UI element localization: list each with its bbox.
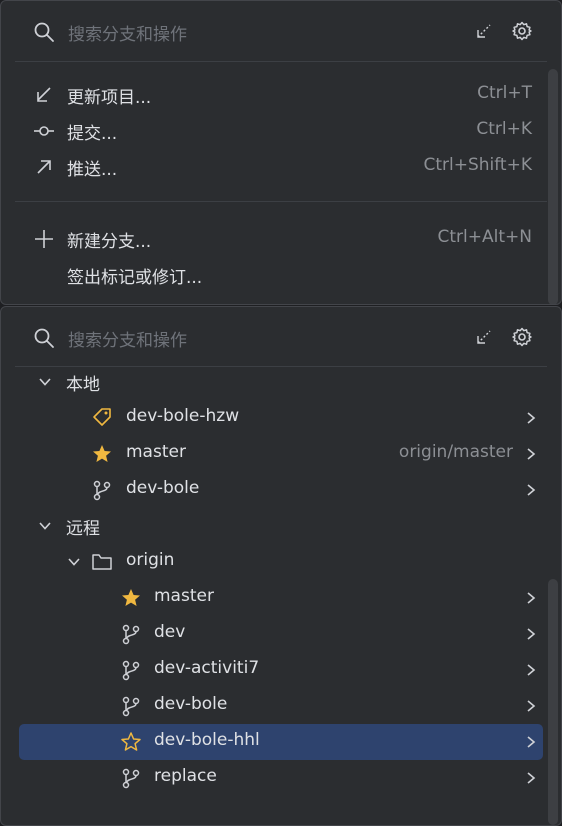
branch-row[interactable]: replace [19,760,543,796]
tracking-branch: origin/master [398,442,513,462]
tree-group-local[interactable]: 本地 [19,364,543,400]
branch-row[interactable]: dev-bole [19,472,543,508]
commit-action[interactable]: 提交... Ctrl+K [1,113,561,149]
tree-group-origin[interactable]: origin [19,544,543,580]
chevron-right-icon [525,735,537,749]
shortcut-label: Ctrl+Shift+K [423,155,532,175]
plus-icon [34,229,54,249]
star-filled-icon [120,587,142,609]
search-icon [33,327,55,349]
star-filled-icon [91,443,113,465]
branch-icon [120,695,142,717]
divider [15,201,547,202]
action-label: 更新项目... [67,88,152,108]
branch-row-selected[interactable]: dev-bole-hhl [19,724,543,760]
new-branch-action[interactable]: 新建分支... Ctrl+Alt+N [1,221,561,257]
branch-name: replace [154,766,217,786]
branch-row[interactable]: master [19,580,543,616]
tag-icon [91,407,113,429]
chevron-right-icon [525,447,537,461]
star-outline-icon [120,731,142,753]
branches-popup-top: 搜索分支和操作 更新项目... Ctrl+T 提交... Ctrl+K 推送..… [0,0,562,305]
branch-name: dev-bole-hhl [154,730,260,750]
chevron-down-icon [38,519,52,533]
branches-popup-bottom: 搜索分支和操作 本地 dev-bole-hzw master origin/ma… [0,306,562,826]
collapse-icon[interactable] [474,327,494,347]
chevron-right-icon [525,591,537,605]
action-label: 签出标记或修订... [67,268,203,288]
branch-row[interactable]: dev-bole [19,688,543,724]
gear-icon[interactable] [511,326,533,348]
search-bar: 搜索分支和操作 [1,307,561,367]
branch-icon [120,767,142,789]
shortcut-label: Ctrl+T [477,83,532,103]
branch-name: dev [154,622,186,642]
search-icon [33,21,55,43]
checkout-tag-action[interactable]: 签出标记或修订... [1,257,561,293]
action-label: 提交... [67,124,118,144]
divider [15,61,547,62]
push-arrow-icon [34,157,54,177]
shortcut-label: Ctrl+K [476,119,532,139]
chevron-right-icon [525,663,537,677]
chevron-down-icon [67,555,81,569]
chevron-right-icon [525,699,537,713]
branch-name: dev-bole [154,694,228,714]
shortcut-label: Ctrl+Alt+N [437,227,532,247]
branch-row[interactable]: dev-activiti7 [19,652,543,688]
chevron-right-icon [525,771,537,785]
action-label: 推送... [67,160,118,180]
chevron-right-icon [525,627,537,641]
push-action[interactable]: 推送... Ctrl+Shift+K [1,149,561,185]
branch-icon [120,659,142,681]
gear-icon[interactable] [511,20,533,42]
branch-icon [91,479,113,501]
branch-row[interactable]: dev-bole-hzw [19,400,543,436]
branch-name: master [154,586,214,606]
chevron-right-icon [525,483,537,497]
chevron-down-icon [38,375,52,389]
search-input[interactable]: 搜索分支和操作 [68,326,187,351]
group-label: origin [126,550,175,570]
branch-name: dev-bole-hzw [126,406,240,426]
chevron-right-icon [525,411,537,425]
branch-row[interactable]: dev [19,616,543,652]
search-bar: 搜索分支和操作 [1,1,561,61]
action-label: 新建分支... [67,232,152,252]
branch-icon [120,623,142,645]
folder-icon [91,551,113,573]
scrollbar[interactable] [548,579,558,825]
branch-name: dev-bole [126,478,200,498]
group-label: 本地 [66,375,100,395]
branch-row[interactable]: master origin/master [19,436,543,472]
update-arrow-icon [34,85,54,105]
tree-group-remote[interactable]: 远程 [19,508,543,544]
search-input[interactable]: 搜索分支和操作 [68,20,187,45]
commit-icon [34,121,54,141]
collapse-icon[interactable] [474,21,494,41]
update-project-action[interactable]: 更新项目... Ctrl+T [1,77,561,113]
group-label: 远程 [66,519,100,539]
branch-name: master [126,442,186,462]
branch-name: dev-activiti7 [154,658,260,678]
